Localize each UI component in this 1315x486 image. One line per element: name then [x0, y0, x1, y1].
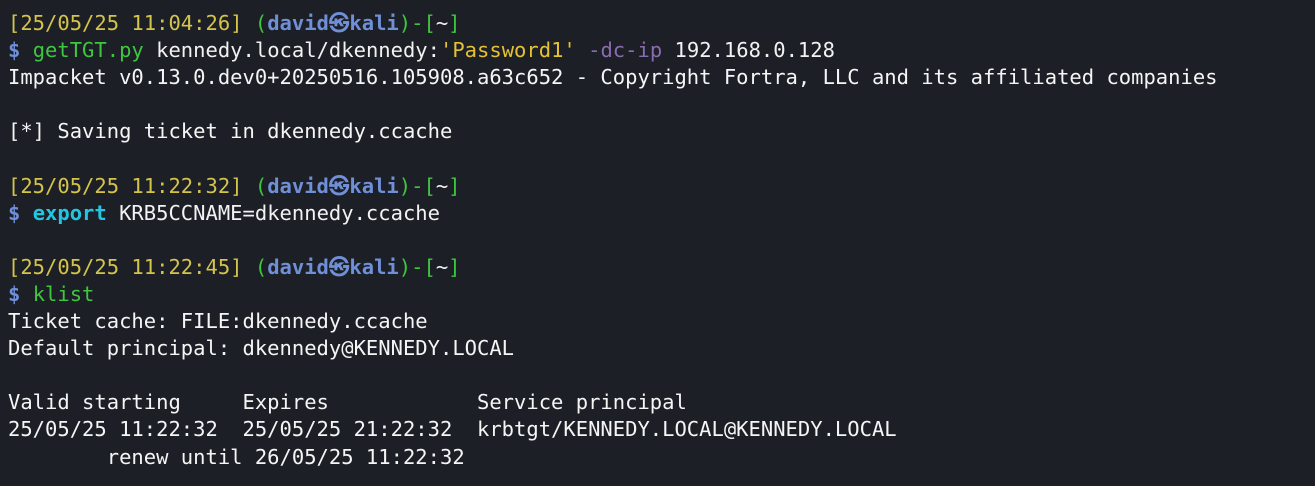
prompt-host: kali	[349, 173, 399, 198]
prompt-user: david	[267, 11, 329, 35]
prompt-open-paren: (	[254, 11, 268, 35]
table-row: renew until 26/05/25 11:22:32	[8, 444, 465, 469]
prompt-at-icon: ㉿	[328, 254, 350, 279]
command-arg: kennedy.local/dkennedy:	[156, 38, 440, 63]
prompt-dollar: $	[8, 281, 21, 306]
command-arg: KRB5CCNAME=dkennedy.ccache	[119, 200, 440, 225]
prompt-line: [25/05/25 11:22:32] (david㉿kali)-[~]	[8, 173, 1315, 200]
prompt-timestamp: [25/05/25 11:04:26]	[8, 11, 243, 35]
prompt-open-paren: (	[254, 173, 268, 198]
command-line[interactable]: $ klist	[8, 281, 1315, 308]
prompt-dir-close: ]	[448, 254, 461, 279]
prompt-host: kali	[349, 254, 399, 279]
output-line: Default principal: dkennedy@KENNEDY.LOCA…	[8, 336, 515, 361]
prompt-dir-close: ]	[448, 173, 461, 198]
table-header: Valid starting Expires Service principal	[8, 390, 687, 415]
output-line: Ticket cache: FILE:dkennedy.ccache	[8, 309, 428, 334]
prompt-close-paren: )-[	[398, 11, 436, 35]
output-line: [*] Saving ticket in dkennedy.ccache	[8, 119, 453, 144]
table-row: 25/05/25 11:22:32 25/05/25 21:22:32 krbt…	[8, 417, 897, 442]
prompt-timestamp: [25/05/25 11:22:45]	[8, 254, 243, 279]
prompt-dollar: $	[8, 200, 21, 225]
prompt-user: david	[267, 173, 329, 198]
prompt-line: [25/05/25 11:04:26] (david㉿kali)-[~]	[8, 10, 1315, 37]
prompt-dir: ~	[435, 11, 449, 35]
command-name: export	[32, 200, 107, 225]
prompt-timestamp: [25/05/25 11:22:32]	[8, 173, 243, 198]
command-name: getTGT.py	[32, 38, 144, 63]
command-option: -dc-ip	[588, 38, 663, 63]
prompt-dir: ~	[435, 254, 449, 279]
prompt-line: [25/05/25 11:22:45] (david㉿kali)-[~]	[8, 254, 1315, 281]
prompt-dollar: $	[8, 38, 21, 63]
prompt-close-paren: )-[	[398, 254, 436, 279]
command-name: klist	[32, 281, 95, 306]
prompt-dir-close: ]	[448, 11, 461, 35]
prompt-open-paren: (	[254, 254, 268, 279]
output-line: Impacket v0.13.0.dev0+20250516.105908.a6…	[8, 65, 1218, 90]
command-line[interactable]: $ export KRB5CCNAME=dkennedy.ccache	[8, 200, 1315, 227]
prompt-at-icon: ㉿	[328, 11, 350, 35]
command-line[interactable]: $ getTGT.py kennedy.local/dkennedy:'Pass…	[8, 37, 1315, 64]
prompt-dir: ~	[435, 173, 449, 198]
command-arg: 192.168.0.128	[674, 38, 835, 63]
prompt-user: david	[267, 254, 329, 279]
prompt-at-icon: ㉿	[328, 173, 350, 198]
prompt-host: kali	[349, 11, 399, 35]
prompt-close-paren: )-[	[398, 173, 436, 198]
command-string-arg: 'Password1'	[440, 38, 576, 63]
terminal-window[interactable]: [25/05/25 11:04:26] (david㉿kali)-[~] $ g…	[0, 0, 1315, 486]
